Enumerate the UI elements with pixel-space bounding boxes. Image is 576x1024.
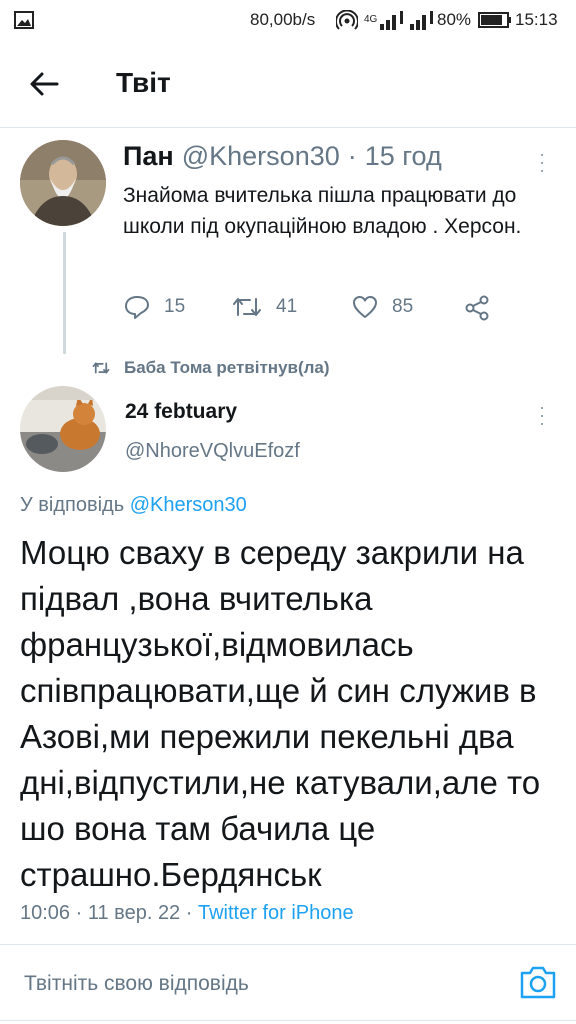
reply-count: 15 (164, 296, 186, 317)
retweet-label: Баба Тома ретвітнув(ла) (92, 358, 330, 378)
share-icon (465, 295, 489, 321)
like-count: 85 (392, 296, 414, 317)
battery-percent: 80% (437, 10, 472, 29)
tweet-time: 10:06 (20, 902, 71, 924)
thread-line (63, 232, 66, 354)
tweet-source-link[interactable]: Twitter for iPhone (198, 902, 354, 924)
retweet-button[interactable]: 41 (232, 295, 297, 319)
clock: 15:13 (515, 10, 558, 29)
back-button[interactable] (18, 62, 70, 106)
reply-to-prefix: У відповідь (20, 494, 125, 516)
image-icon (14, 11, 34, 29)
retweet-icon (92, 362, 110, 374)
header-divider (0, 127, 576, 128)
more-icon[interactable]: · · · (536, 145, 548, 179)
signal-icon (380, 11, 433, 30)
share-button[interactable] (464, 295, 490, 321)
network-type: 4G (364, 14, 378, 25)
retweet-label-text: Баба Тома ретвітнув(ла) (124, 358, 330, 377)
tweet-timestamp: 10:06 · 11 вер. 22 · Twitter for iPhone (20, 902, 354, 925)
composer-divider (0, 944, 576, 945)
reply-button[interactable]: 15 (124, 295, 185, 319)
author-name[interactable]: Пан (123, 141, 174, 172)
main-tweet-text: Моцю сваху в середу закрили на підвал ,в… (20, 534, 541, 893)
reply-to-handle[interactable]: @Kherson30 (130, 494, 247, 516)
avatar[interactable] (20, 140, 106, 226)
retweet-count: 41 (276, 296, 298, 317)
like-icon (353, 296, 377, 318)
bottom-divider (0, 1020, 576, 1021)
back-arrow-icon (30, 72, 59, 96)
author-handle[interactable]: @Kherson30 (182, 141, 340, 172)
network-speed: 80,00b/s (250, 10, 316, 29)
like-button[interactable]: 85 (352, 295, 413, 319)
parent-tweet-header: Пан @Kherson30 · 15 год (123, 141, 442, 172)
tweet-date: 11 вер. 22 (87, 902, 181, 924)
battery-icon (478, 12, 511, 28)
separator: · (185, 902, 193, 924)
tweet-time: 15 год (364, 141, 442, 171)
avatar[interactable] (20, 386, 106, 472)
parent-tweet-text: Знайома вчителька пішла працювати до шко… (123, 184, 522, 238)
more-icon[interactable]: · · · (536, 398, 548, 432)
camera-button[interactable] (519, 964, 557, 1000)
reply-icon (125, 296, 149, 319)
reply-input[interactable]: Твітніть свою відповідь (24, 972, 249, 996)
separator: · (75, 902, 83, 924)
retweet-icon (233, 298, 261, 316)
reply-to-line: У відповідь @Kherson30 (20, 494, 247, 517)
page-title: Твіт (116, 67, 171, 98)
camera-icon (520, 966, 556, 999)
hotspot-icon (336, 10, 358, 30)
status-bar: 80,00b/s 4G 80% 15:13 (0, 0, 576, 40)
author-name[interactable]: 24 febtuary (125, 400, 237, 424)
separator: · (347, 141, 357, 171)
author-handle[interactable]: @NhoreVQlvuEfozf (125, 440, 300, 463)
